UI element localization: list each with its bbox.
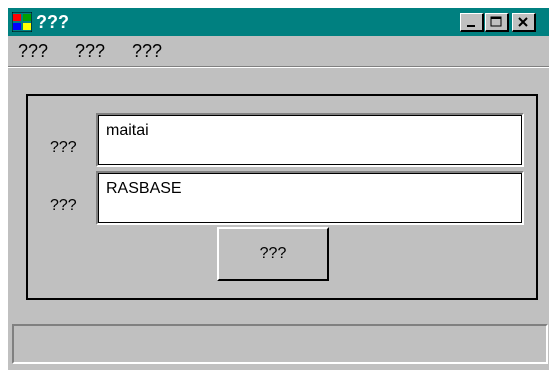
field1-value: maitai (106, 122, 149, 139)
field2-value: RASBASE (106, 180, 182, 197)
field1-label: ??? (50, 139, 77, 156)
app-window: ??? ??? ??? ??? ??? maitai ??? RASBASE ?… (8, 8, 549, 370)
submit-button[interactable]: ??? (217, 227, 329, 281)
field1-input[interactable]: maitai (96, 113, 524, 167)
menu-bar: ??? ??? ??? (8, 36, 549, 66)
menu-separator (8, 66, 549, 68)
window-title: ??? (36, 12, 69, 32)
menu-item-3[interactable]: ??? (132, 40, 162, 62)
status-bar (12, 324, 548, 364)
field2-label: ??? (50, 197, 77, 214)
menu-item-2[interactable]: ??? (75, 40, 105, 62)
close-icon (518, 17, 528, 27)
field2-input[interactable]: RASBASE (96, 171, 524, 225)
maximize-icon (490, 16, 502, 27)
menu-item-1[interactable]: ??? (18, 40, 48, 62)
maximize-button[interactable] (485, 13, 509, 32)
minimize-icon (467, 25, 475, 27)
minimize-button[interactable] (460, 13, 484, 32)
windows-logo-icon[interactable] (11, 11, 33, 33)
title-bar[interactable]: ??? (8, 8, 549, 36)
close-button[interactable] (512, 13, 536, 32)
submit-button-label: ??? (259, 245, 287, 262)
